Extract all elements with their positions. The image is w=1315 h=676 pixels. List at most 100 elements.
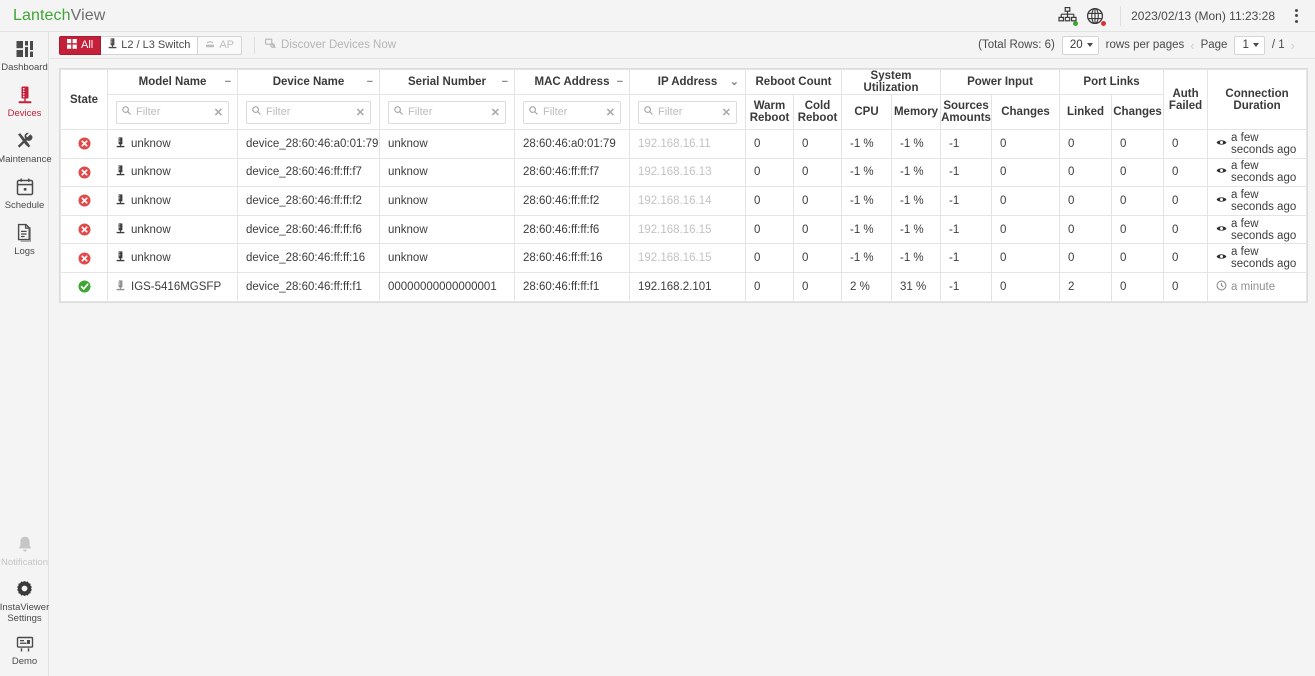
- clear-icon[interactable]: ✕: [606, 106, 615, 119]
- rows-per-page-select[interactable]: 20: [1061, 35, 1099, 55]
- sidebar-item-maintenance[interactable]: Maintenance: [0, 124, 52, 170]
- col-header-serial-number[interactable]: Serial Number −: [379, 69, 515, 95]
- globe-icon[interactable]: [1082, 5, 1108, 27]
- connection-duration-label: a few seconds ago: [1231, 131, 1297, 156]
- cell-auth-failed: 0: [1163, 157, 1209, 188]
- col-header-model-name[interactable]: Model Name −: [107, 69, 238, 95]
- col-header-device-name[interactable]: Device Name −: [237, 69, 380, 95]
- cell-power-sources-amounts: -1: [940, 157, 993, 188]
- table-row[interactable]: IGS-5416MGSFP device_28:60:46:ff:ff:f1 000…: [60, 271, 1308, 302]
- cell-model-name: IGS-5416MGSFP: [107, 271, 238, 302]
- col-header-state[interactable]: State: [60, 69, 108, 130]
- toolbar-divider: [254, 36, 256, 54]
- table-row[interactable]: unknow device_28:60:46:ff:ff:16 unknow 28:6…: [60, 243, 1308, 273]
- cell-memory: -1 %: [891, 186, 942, 216]
- cell-state: [60, 186, 108, 216]
- sidebar-item-instaviewer-settings[interactable]: InstaViewer Settings: [0, 573, 49, 629]
- rows-per-page-value: 20: [1069, 39, 1083, 51]
- sidebar-item-schedule[interactable]: Schedule: [0, 170, 49, 216]
- sort-indicator-icon[interactable]: ⌄: [730, 77, 739, 88]
- cell-port-linked: 2: [1059, 271, 1113, 302]
- col-header-label: Connection Duration: [1225, 87, 1289, 112]
- filter-button-all[interactable]: All: [59, 35, 102, 55]
- connection-duration-label: a minute: [1231, 280, 1276, 293]
- model-name-label: unknow: [131, 194, 171, 207]
- prev-page-button[interactable]: ‹: [1184, 38, 1200, 53]
- sidebar-item-dashboard[interactable]: Dashboard: [0, 32, 49, 78]
- page-select[interactable]: 1: [1234, 35, 1265, 55]
- cell-ip-address: 192.168.16.11: [629, 129, 746, 159]
- sidebar-item-label-line1: InstaViewer: [0, 602, 50, 613]
- filter-cell-serial-number: Filter ✕: [379, 94, 515, 130]
- cell-port-changes: 0: [1111, 186, 1165, 216]
- sitemap-icon[interactable]: [1054, 5, 1080, 27]
- cell-port-linked: 0: [1059, 129, 1113, 159]
- connection-duration-label: a few seconds ago: [1231, 188, 1297, 213]
- chevron-down-icon: [1252, 43, 1259, 47]
- sort-indicator-icon[interactable]: −: [367, 77, 373, 88]
- clear-icon[interactable]: ✕: [722, 106, 731, 119]
- table-row[interactable]: unknow device_28:60:46:ff:ff:f2 unknow 28:6…: [60, 186, 1308, 216]
- col-header-label: Sources Amounts: [941, 99, 991, 125]
- sidebar-item-devices[interactable]: Devices: [0, 78, 49, 124]
- filter-input-mac-address[interactable]: Filter ✕: [523, 100, 621, 124]
- col-header-label: Power Input: [967, 76, 1033, 88]
- filter-input-serial-number[interactable]: Filter ✕: [388, 100, 506, 124]
- rows-per-page-label: rows per pages: [1105, 39, 1185, 51]
- filter-placeholder: Filter: [408, 106, 433, 118]
- discover-devices-label: Discover Devices Now: [281, 39, 397, 51]
- page-total-label: / 1: [1271, 39, 1285, 51]
- cell-auth-failed: 0: [1163, 243, 1209, 273]
- table-row[interactable]: unknow device_28:60:46:a0:01:79 unknow 28:6…: [60, 129, 1308, 159]
- col-header-label: Serial Number: [408, 76, 486, 88]
- col-header-label: Changes: [1001, 105, 1050, 118]
- cell-serial-number: unknow: [379, 243, 515, 273]
- cell-power-changes: 0: [991, 243, 1061, 273]
- search-icon: [122, 106, 131, 118]
- kebab-menu-icon[interactable]: [1283, 3, 1309, 29]
- clear-icon[interactable]: ✕: [491, 106, 500, 119]
- cell-state: [60, 271, 108, 302]
- page-label: Page: [1200, 39, 1228, 51]
- cell-power-changes: 0: [991, 214, 1061, 245]
- discover-icon: [265, 38, 276, 52]
- filter-input-device-name[interactable]: Filter ✕: [246, 100, 371, 124]
- sort-indicator-icon[interactable]: −: [225, 77, 231, 88]
- filter-cell-device-name: Filter ✕: [237, 94, 380, 130]
- col-header-mac-address[interactable]: MAC Address −: [514, 69, 630, 95]
- table-row[interactable]: unknow device_28:60:46:ff:ff:f6 unknow 28:6…: [60, 214, 1308, 245]
- status-error-icon: [78, 137, 91, 150]
- next-page-button[interactable]: ›: [1285, 38, 1301, 53]
- clear-icon[interactable]: ✕: [356, 106, 365, 119]
- table-row[interactable]: unknow device_28:60:46:ff:ff:f7 unknow 28:6…: [60, 157, 1308, 188]
- sidebar-item-demo[interactable]: Demo: [0, 629, 49, 672]
- cell-mac-address: 28:60:46:a0:01:79: [514, 129, 630, 159]
- sidebar-item-label: Notification: [1, 557, 48, 568]
- col-header-port-links: Port Links: [1059, 69, 1165, 95]
- col-header-reboot-count: Reboot Count: [744, 69, 843, 95]
- filter-button-l2-l3-switch[interactable]: L2 / L3 Switch: [101, 35, 199, 55]
- cell-connection-duration: a few seconds ago: [1207, 243, 1308, 273]
- cell-cold-reboot: 0: [792, 243, 843, 273]
- search-icon: [644, 106, 653, 118]
- sidebar: Dashboard Devices Maintenance Schedule L…: [0, 32, 52, 676]
- cell-cpu: -1 %: [841, 186, 893, 216]
- sort-indicator-icon[interactable]: −: [617, 77, 623, 88]
- model-name-label: IGS-5416MGSFP: [131, 280, 222, 293]
- cell-power-changes: 0: [991, 157, 1061, 188]
- col-header-ip-address[interactable]: IP Address ⌄: [629, 69, 746, 95]
- sort-indicator-icon[interactable]: −: [502, 77, 508, 88]
- cell-cpu: -1 %: [841, 243, 893, 273]
- clear-icon[interactable]: ✕: [214, 106, 223, 119]
- filter-input-ip-address[interactable]: Filter ✕: [638, 100, 737, 124]
- grid-icon: [67, 38, 77, 52]
- device-unknown-icon: [116, 222, 125, 237]
- filter-input-model-name[interactable]: Filter ✕: [116, 100, 229, 124]
- cell-port-linked: 0: [1059, 186, 1113, 216]
- connection-duration-label: a few seconds ago: [1231, 217, 1297, 242]
- sidebar-item-label: Schedule: [4, 200, 45, 211]
- sidebar-item-logs[interactable]: Logs: [0, 216, 49, 262]
- cell-model-name: unknow: [107, 243, 238, 273]
- ap-icon: [205, 39, 215, 52]
- filter-button-label: All: [81, 39, 94, 51]
